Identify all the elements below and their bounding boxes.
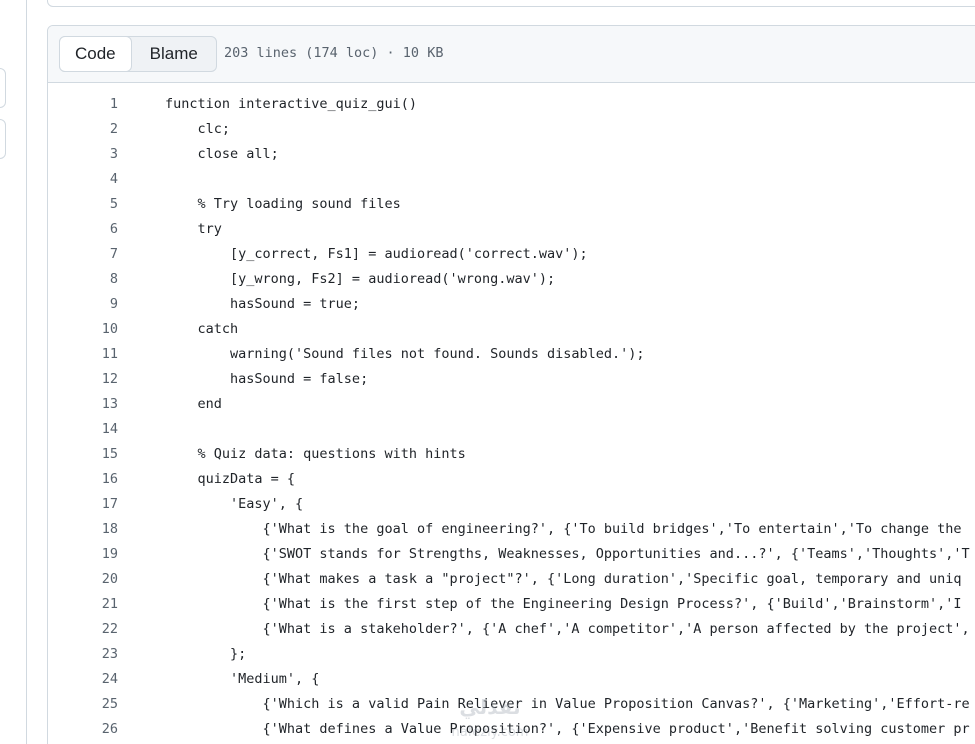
line-code-text: [y_correct, Fs1] = audioread('correct.wa… xyxy=(165,246,588,262)
line-code-text: warning('Sound files not found. Sounds d… xyxy=(165,346,645,362)
left-sidebar-edge xyxy=(0,0,27,744)
code-line: 19 {'SWOT stands for Strengths, Weakness… xyxy=(48,542,975,567)
line-code-text: end xyxy=(165,396,222,412)
code-line: 14 xyxy=(48,417,975,442)
line-number[interactable]: 4 xyxy=(48,167,118,192)
code-tab-button[interactable]: Code xyxy=(59,36,132,72)
line-number[interactable]: 7 xyxy=(48,242,118,267)
line-number[interactable]: 24 xyxy=(48,667,118,692)
line-code-text: {'What makes a task a "project"?', {'Lon… xyxy=(165,571,962,587)
line-code-text: {'SWOT stands for Strengths, Weaknesses,… xyxy=(165,546,970,562)
line-code-text: {'What is the goal of engineering?', {'T… xyxy=(165,521,962,537)
line-code-text: % Quiz data: questions with hints xyxy=(165,446,466,462)
code-line: 12 hasSound = false; xyxy=(48,367,975,392)
code-line: 25 {'Which is a valid Pain Reliever in V… xyxy=(48,692,975,717)
file-header: Code Blame 203 lines (174 loc) · 10 KB xyxy=(48,26,975,83)
line-code-text: {'What is the first step of the Engineer… xyxy=(165,596,962,612)
code-line: 21 {'What is the first step of the Engin… xyxy=(48,592,975,617)
line-code-text: {'What is a stakeholder?', {'A chef','A … xyxy=(165,621,970,637)
code-line: 15 % Quiz data: questions with hints xyxy=(48,442,975,467)
code-line: 11 warning('Sound files not found. Sound… xyxy=(48,342,975,367)
line-code-text: clc; xyxy=(165,121,231,137)
line-number[interactable]: 9 xyxy=(48,292,118,317)
line-number[interactable]: 10 xyxy=(48,317,118,342)
line-code-text: }; xyxy=(165,646,247,662)
code-line: 10 catch xyxy=(48,317,975,342)
line-number[interactable]: 21 xyxy=(48,592,118,617)
code-line: 13 end xyxy=(48,392,975,417)
line-number[interactable]: 16 xyxy=(48,467,118,492)
code-line: 23 }; xyxy=(48,642,975,667)
line-number[interactable]: 13 xyxy=(48,392,118,417)
line-code-text: [y_wrong, Fs2] = audioread('wrong.wav'); xyxy=(165,271,556,287)
code-line: 18 {'What is the goal of engineering?', … xyxy=(48,517,975,542)
line-code-text: % Try loading sound files xyxy=(165,196,401,212)
code-line: 2 clc; xyxy=(48,117,975,142)
code-listing: 1 function interactive_quiz_gui() 2 clc; 3 … xyxy=(48,92,975,742)
line-number[interactable]: 26 xyxy=(48,717,118,742)
line-number[interactable]: 12 xyxy=(48,367,118,392)
line-number[interactable]: 6 xyxy=(48,217,118,242)
line-number[interactable]: 20 xyxy=(48,567,118,592)
line-code-text: close all; xyxy=(165,146,279,162)
line-number[interactable]: 18 xyxy=(48,517,118,542)
line-code-text: {'What defines a Value Proposition?', {'… xyxy=(165,721,970,737)
line-code-text: function interactive_quiz_gui() xyxy=(165,96,417,112)
line-code-text: try xyxy=(165,221,222,237)
line-number[interactable]: 22 xyxy=(48,617,118,642)
code-line: 5 % Try loading sound files xyxy=(48,192,975,217)
code-line: 1 function interactive_quiz_gui() xyxy=(48,92,975,117)
code-line: 8 [y_wrong, Fs2] = audioread('wrong.wav'… xyxy=(48,267,975,292)
line-code-text: quizData = { xyxy=(165,471,296,487)
line-number[interactable]: 23 xyxy=(48,642,118,667)
page: Code Blame 203 lines (174 loc) · 10 KB 1… xyxy=(0,0,975,744)
code-line: 16 quizData = { xyxy=(48,467,975,492)
code-line: 9 hasSound = true; xyxy=(48,292,975,317)
code-line: 20 {'What makes a task a "project"?', {'… xyxy=(48,567,975,592)
line-code-text: catch xyxy=(165,321,239,337)
line-number[interactable]: 8 xyxy=(48,267,118,292)
line-code-text: hasSound = true; xyxy=(165,296,361,312)
line-number[interactable]: 14 xyxy=(48,417,118,442)
code-line: 22 {'What is a stakeholder?', {'A chef',… xyxy=(48,617,975,642)
code-line: 4 xyxy=(48,167,975,192)
line-number[interactable]: 3 xyxy=(48,142,118,167)
sidebar-toggle-handle[interactable] xyxy=(0,119,6,159)
line-code-text: {'Which is a valid Pain Reliever in Valu… xyxy=(165,696,970,712)
line-number[interactable]: 25 xyxy=(48,692,118,717)
code-line: 7 [y_correct, Fs1] = audioread('correct.… xyxy=(48,242,975,267)
line-code-text: 'Easy', { xyxy=(165,496,304,512)
code-line: 6 try xyxy=(48,217,975,242)
sidebar-toggle-handle[interactable] xyxy=(0,68,6,108)
code-line: 17 'Easy', { xyxy=(48,492,975,517)
line-code-text: 'Medium', { xyxy=(165,671,320,687)
line-number[interactable]: 1 xyxy=(48,92,118,117)
code-line: 3 close all; xyxy=(48,142,975,167)
line-number[interactable]: 2 xyxy=(48,117,118,142)
blame-tab-button[interactable]: Blame xyxy=(132,37,216,71)
line-code-text: hasSound = false; xyxy=(165,371,369,387)
line-number[interactable]: 5 xyxy=(48,192,118,217)
line-number[interactable]: 11 xyxy=(48,342,118,367)
view-mode-toggle: Code Blame xyxy=(59,36,217,72)
code-line: 24 'Medium', { xyxy=(48,667,975,692)
previous-panel-edge xyxy=(47,0,975,7)
file-viewer: Code Blame 203 lines (174 loc) · 10 KB 1… xyxy=(47,25,975,744)
line-number[interactable]: 15 xyxy=(48,442,118,467)
file-meta-info: 203 lines (174 loc) · 10 KB xyxy=(224,45,444,61)
line-number[interactable]: 19 xyxy=(48,542,118,567)
line-number[interactable]: 17 xyxy=(48,492,118,517)
code-line: 26 {'What defines a Value Proposition?',… xyxy=(48,717,975,742)
